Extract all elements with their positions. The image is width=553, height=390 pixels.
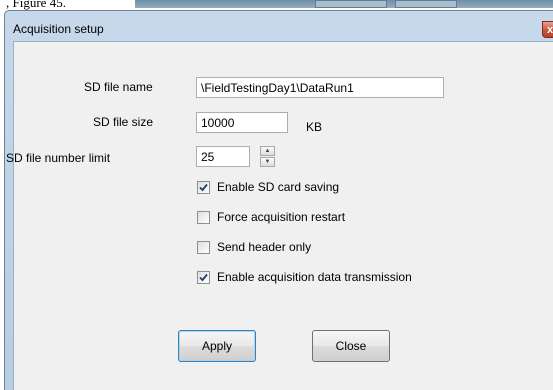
background-tab (395, 0, 457, 8)
close-icon: x (547, 24, 553, 36)
screenshot-stage: , Figure 45. Acquisition setup x SD file… (0, 0, 553, 390)
checkbox-box (197, 211, 210, 224)
sd-file-size-input[interactable] (196, 112, 288, 133)
check-mark-icon (199, 183, 208, 192)
sd-file-number-limit-label: SD file number limit (6, 151, 111, 165)
sd-file-number-limit-stepper: ▲ ▼ (260, 146, 275, 167)
checkbox-label: Send header only (217, 240, 312, 254)
spin-up-arrow-icon[interactable]: ▲ (260, 146, 275, 156)
sd-file-name-input[interactable] (196, 77, 444, 98)
sd-file-size-unit: KB (306, 120, 323, 134)
checkbox-label: Enable SD card saving (217, 180, 340, 194)
sd-file-size-label: SD file size (93, 115, 154, 129)
checkbox-label: Enable acquisition data transmission (217, 270, 412, 284)
dialog-client-area: SD file name SD file size KB SD file num… (6, 41, 553, 390)
apply-button[interactable]: Apply (178, 330, 256, 362)
close-button[interactable]: Close (312, 330, 390, 362)
spin-down-arrow-icon[interactable]: ▼ (260, 157, 275, 167)
dialog-titlebar[interactable]: Acquisition setup x (5, 11, 553, 39)
checkbox-box (197, 271, 210, 284)
sd-file-number-limit-input[interactable] (196, 146, 250, 167)
dialog-title: Acquisition setup (13, 22, 104, 36)
sd-file-name-label: SD file name (84, 80, 153, 94)
background-tab (315, 0, 387, 8)
check-mark-icon (199, 273, 208, 282)
checkbox-label: Force acquisition restart (217, 210, 346, 224)
checkbox-box (197, 241, 210, 254)
close-window-button[interactable]: x (542, 21, 553, 38)
checkbox-box (197, 181, 210, 194)
background-window-strip (135, 0, 553, 8)
acquisition-setup-dialog: Acquisition setup x SD file name SD file… (4, 10, 553, 390)
